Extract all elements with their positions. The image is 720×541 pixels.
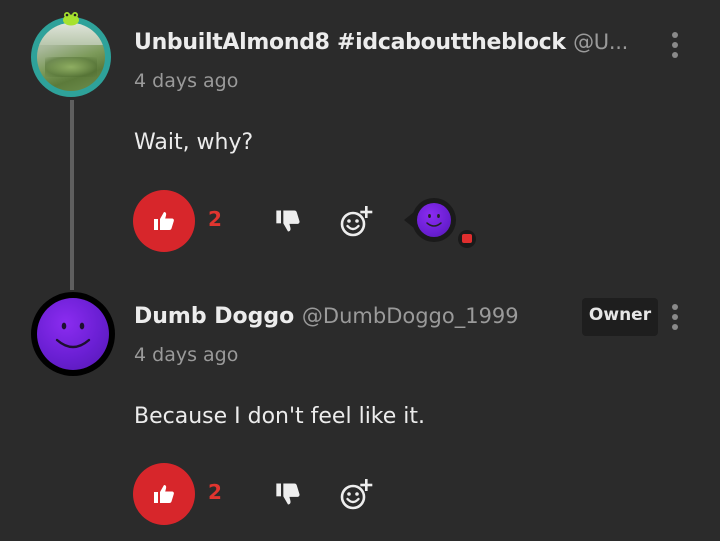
more-options-button[interactable] xyxy=(664,32,686,62)
more-options-button[interactable] xyxy=(664,304,686,334)
like-count: 2 xyxy=(208,207,222,231)
frog-badge-icon xyxy=(63,12,79,26)
purple-smiley-icon xyxy=(37,298,109,370)
comment-author[interactable]: Dumb Doggo @DumbDoggo_1999 xyxy=(134,304,519,329)
avatar-photo xyxy=(37,23,105,91)
comment-body: Wait, why? xyxy=(134,130,254,155)
comment-thread: UnbuiltAlmond8 #idcabouttheblock @U... 4… xyxy=(0,0,720,541)
comment-item: Dumb Doggo @DumbDoggo_1999 Owner 4 days … xyxy=(0,280,720,541)
user-avatar[interactable] xyxy=(31,292,115,376)
comment-timestamp: 4 days ago xyxy=(134,344,239,366)
purple-smiley-icon xyxy=(417,203,451,237)
more-vertical-icon xyxy=(672,304,678,310)
comment-body: Because I don't feel like it. xyxy=(134,404,426,429)
comment-author[interactable]: UnbuiltAlmond8 #idcabouttheblock @U... xyxy=(134,30,644,55)
thumbs-down-icon[interactable] xyxy=(274,480,302,508)
comment-actions: 2 xyxy=(133,463,533,525)
like-count: 2 xyxy=(208,480,222,504)
reply-avatar-indicator[interactable] xyxy=(396,192,476,252)
thumbs-up-icon xyxy=(154,485,174,503)
thumbs-up-icon xyxy=(154,212,174,230)
author-handle: @DumbDoggo_1999 xyxy=(301,304,519,328)
like-button[interactable] xyxy=(133,463,195,525)
comment-item: UnbuiltAlmond8 #idcabouttheblock @U... 4… xyxy=(0,0,720,270)
comment-timestamp: 4 days ago xyxy=(134,70,239,92)
chat-bubble-icon xyxy=(458,230,476,248)
add-reaction-icon[interactable] xyxy=(339,204,373,238)
author-handle: @U... xyxy=(573,30,629,54)
author-name: UnbuiltAlmond8 #idcabouttheblock xyxy=(134,30,566,55)
user-avatar[interactable] xyxy=(31,17,111,97)
author-name: Dumb Doggo xyxy=(134,304,295,329)
comment-actions: 2 xyxy=(133,190,533,252)
thumbs-down-icon[interactable] xyxy=(274,207,302,235)
add-reaction-icon[interactable] xyxy=(339,477,373,511)
more-vertical-icon xyxy=(672,32,678,38)
like-button[interactable] xyxy=(133,190,195,252)
owner-badge: Owner xyxy=(582,298,658,336)
